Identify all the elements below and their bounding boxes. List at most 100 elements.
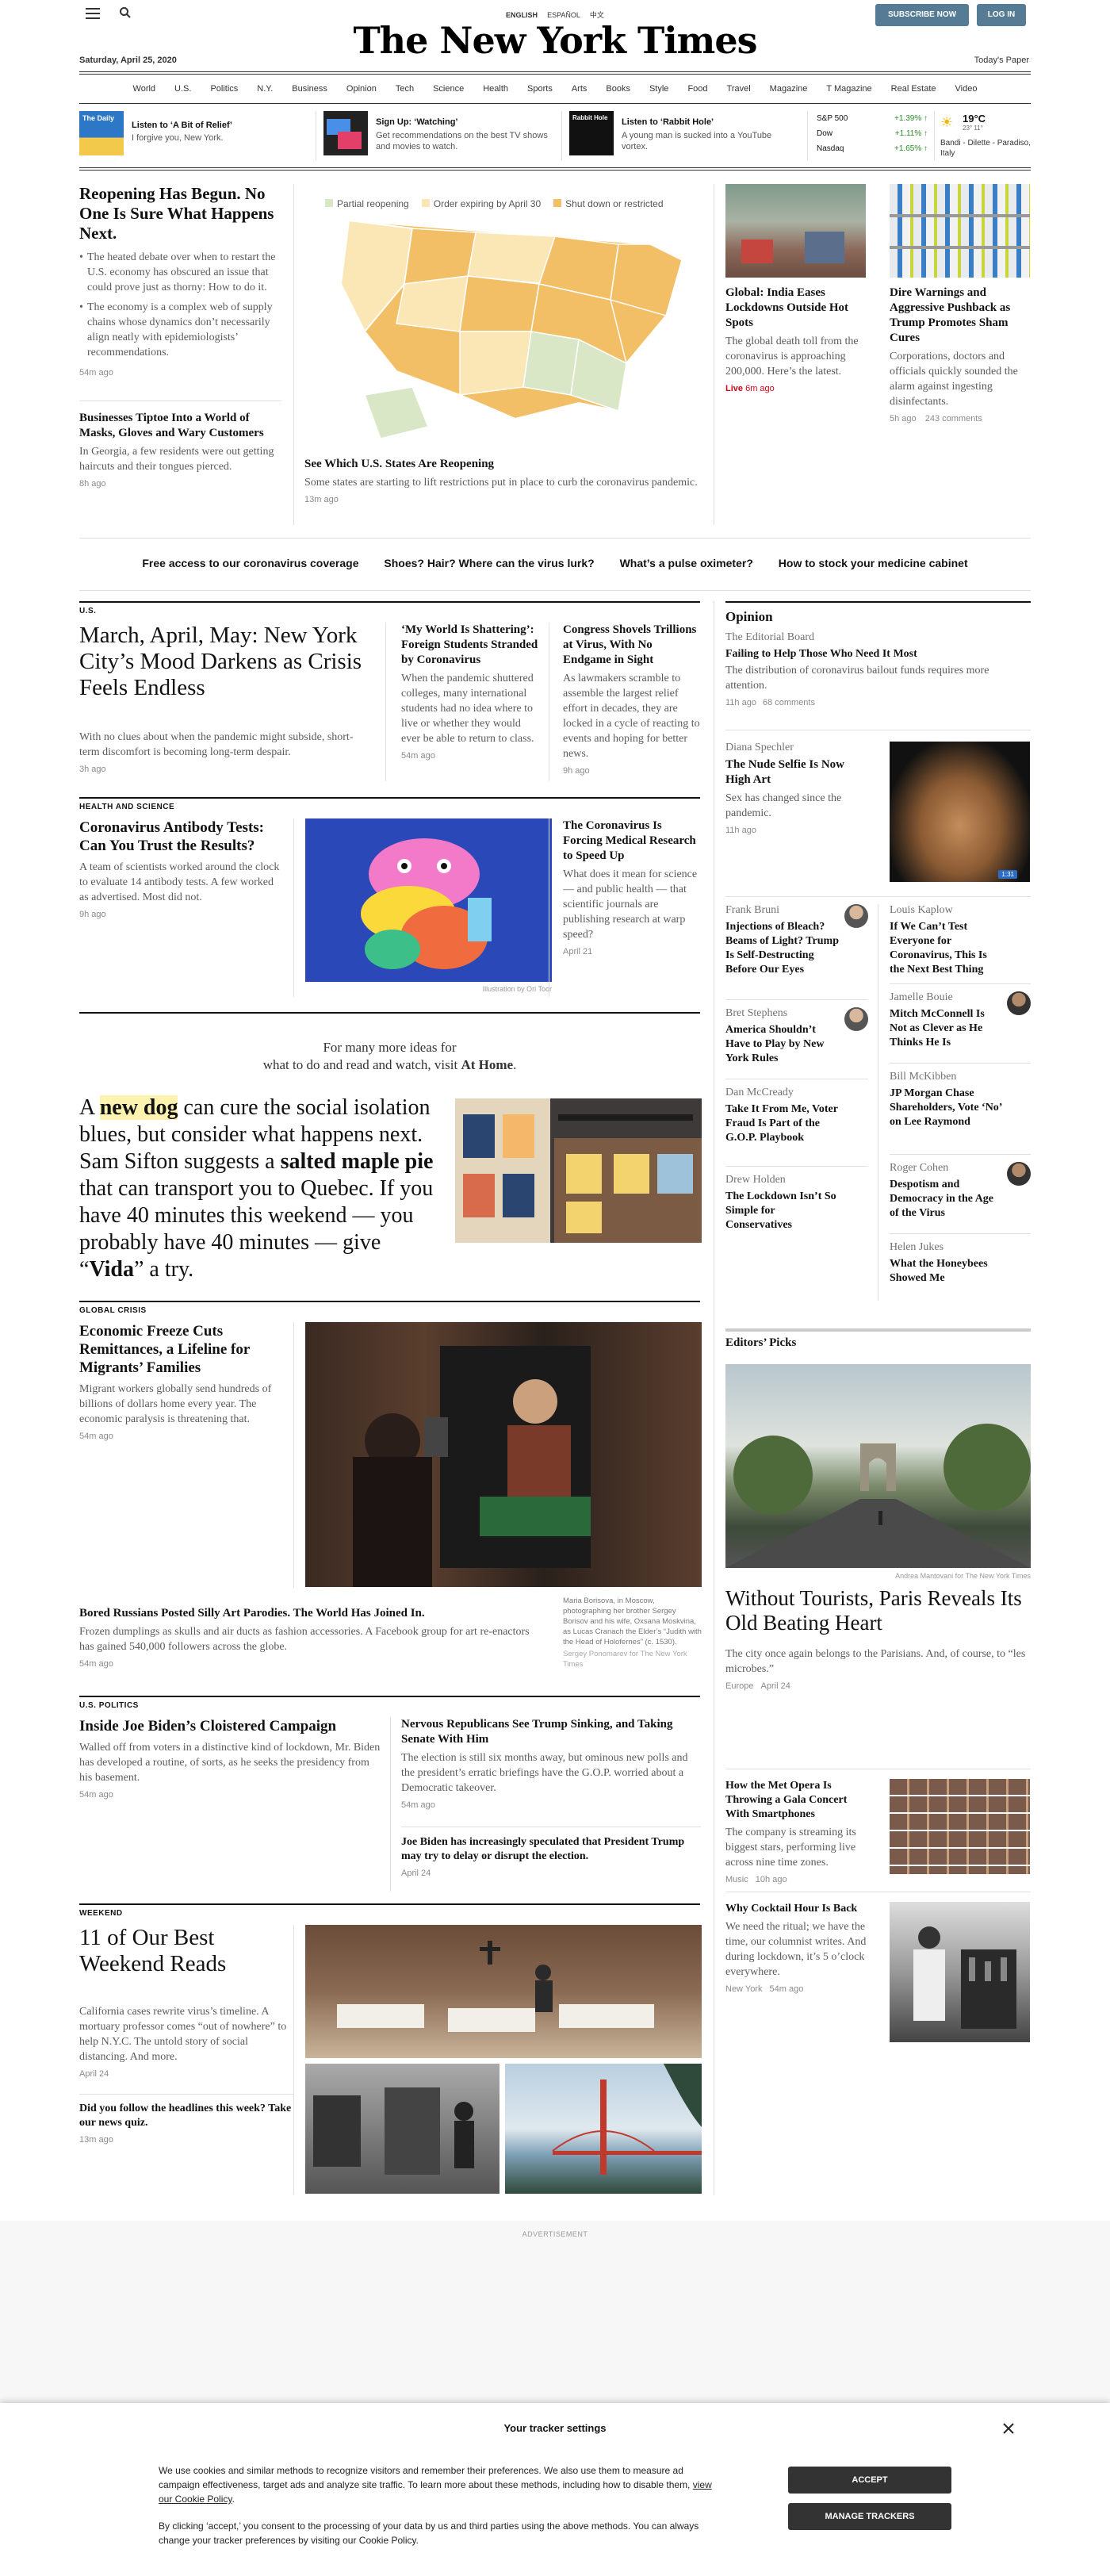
headline[interactable]: How the Met Opera Is Throwing a Gala Con… [725,1779,872,1822]
at-home-blurb[interactable]: A new dog can cure the social isolation … [79,1094,436,1283]
nav-item-real-estate[interactable]: Real Estate [891,84,936,94]
remittances-story[interactable]: Economic Freeze Cuts Remittances, a Life… [79,1322,281,1441]
promo-watching[interactable]: Sign Up: ‘Watching’ Get recommendations … [323,111,553,160]
headline[interactable]: Bored Russians Posted Silly Art Parodies… [79,1606,539,1621]
headline[interactable]: Despotism and Democracy in the Age of th… [890,1178,1031,1221]
congress-story[interactable]: Congress Shovels Trillions at Virus, Wit… [563,623,702,776]
opinion-item[interactable]: Roger Cohen Despotism and Democracy in th… [890,1162,1031,1221]
nav-item-health[interactable]: Health [483,84,508,94]
headline[interactable]: Economic Freeze Cuts Remittances, a Life… [79,1322,281,1377]
nav-item-science[interactable]: Science [433,84,464,94]
at-home-link[interactable]: At Home [461,1057,513,1072]
menu-icon[interactable] [86,8,100,19]
nav-item-tech[interactable]: Tech [396,84,414,94]
india-story[interactable]: Global: India Eases Lockdowns Outside Ho… [725,286,866,393]
login-button[interactable]: LOG IN [977,4,1026,26]
trump-story[interactable]: Dire Warnings and Aggressive Pushback as… [890,286,1030,424]
golden-gate-photo[interactable] [505,2064,702,2194]
promo-the-daily[interactable]: The Daily Listen to ‘A Bit of Relief’ I … [79,111,285,160]
headline[interactable]: Inside Joe Biden’s Cloistered Campaign [79,1717,381,1735]
section-kicker[interactable]: U.S. POLITICS [79,1701,139,1710]
vida-link[interactable]: Vida [89,1257,134,1282]
headline[interactable]: Why Cocktail Hour Is Back [725,1902,872,1916]
link-free-access[interactable]: Free access to our coronavirus coverage [142,557,358,569]
close-icon[interactable] [1002,2422,1015,2435]
headline[interactable]: Failing to Help Those Who Need It Most [725,647,1031,661]
nav-item-magazine[interactable]: Magazine [770,84,808,94]
headline[interactable]: Reopening Has Begun. No One Is Sure What… [79,184,281,243]
nav-item-books[interactable]: Books [606,84,630,94]
nav-item-food[interactable]: Food [687,84,707,94]
opera-grid-photo[interactable] [890,1779,1030,1874]
nav-item-t-magazine[interactable]: T Magazine [826,84,871,94]
opinion-item[interactable]: Jamelle Bouie Mitch McConnell Is Not as C… [890,991,1031,1050]
headline[interactable]: Mitch McConnell Is Not as Clever as He T… [890,1007,1031,1050]
students-story[interactable]: ‘My World Is Shattering’: Foreign Studen… [401,623,540,761]
headline[interactable]: Take It From Me, Voter Fraud Is Part of … [725,1102,868,1145]
nav-item-world[interactable]: World [133,84,156,94]
republicans-story[interactable]: Nervous Republicans See Trump Sinking, a… [401,1717,701,1810]
headline[interactable]: The Lockdown Isn’t So Simple for Conserv… [725,1190,868,1232]
nav-item-style[interactable]: Style [649,84,668,94]
paris-story[interactable]: Without Tourists, Paris Reveals Its Old … [725,1586,1031,1691]
spechler-story[interactable]: Diana Spechler The Nude Selfie Is Now Hi… [725,742,868,835]
headline[interactable]: 11 of Our Best Weekend Reads [79,1925,293,1977]
comments-link[interactable]: 243 comments [925,414,982,424]
lang-chinese[interactable]: 中文 [590,11,604,19]
accept-button[interactable]: ACCEPT [788,2467,951,2494]
headline[interactable]: JP Morgan Chase Shareholders, Vote ‘No’ … [890,1087,1031,1129]
nav-item-opinion[interactable]: Opinion [346,84,377,94]
opinion-item[interactable]: Drew Holden The Lockdown Isn’t So Simple … [725,1174,868,1232]
antibody-illustration[interactable] [305,818,552,982]
comments-link[interactable]: 68 comments [763,698,815,707]
new-dog-link[interactable]: new dog [99,1095,178,1120]
lead-story[interactable]: Reopening Has Begun. No One Is Sure What… [79,184,281,378]
paris-photo[interactable] [725,1364,1031,1568]
headline[interactable]: See Which U.S. States Are Reopening [304,457,705,472]
headline[interactable]: Dire Warnings and Aggressive Pushback as… [890,286,1030,346]
section-kicker[interactable]: GLOBAL CRISIS [79,1306,147,1315]
subscribe-button[interactable]: SUBSCRIBE NOW [875,4,969,26]
history-photo[interactable] [305,2064,500,2194]
headline[interactable]: Nervous Republicans See Trump Sinking, a… [401,1717,701,1747]
headline[interactable]: The Coronavirus Is Forcing Medical Resea… [563,818,702,864]
opinion-item[interactable]: Louis Kaplow If We Can’t Test Everyone fo… [890,904,1031,977]
us-lead-story[interactable]: March, April, May: New York City’s Mood … [79,623,365,774]
headline[interactable]: Without Tourists, Paris Reveals Its Old … [725,1586,1031,1635]
link-medicine-cabinet[interactable]: How to stock your medicine cabinet [779,557,968,569]
met-opera-story[interactable]: How the Met Opera Is Throwing a Gala Con… [725,1779,872,1884]
headline[interactable]: Businesses Tiptoe Into a World of Masks,… [79,411,281,441]
nav-item-sports[interactable]: Sports [527,84,553,94]
cocktail-story[interactable]: Why Cocktail Hour Is Back We need the ri… [725,1902,872,1994]
headline[interactable]: Coronavirus Antibody Tests: Can You Trus… [79,818,281,855]
headline[interactable]: If We Can’t Test Everyone for Coronaviru… [890,920,1031,977]
opinion-item[interactable]: Dan McCready Take It From Me, Voter Fraud… [725,1087,868,1145]
todays-paper-link[interactable]: Today's Paper [974,56,1029,65]
lang-espanol[interactable]: ESPAÑOL [547,11,580,19]
opinion-item[interactable]: Bret Stephens America Shouldn’t Have to P… [725,1007,868,1066]
india-photo[interactable] [725,184,866,278]
headline[interactable]: Congress Shovels Trillions at Virus, Wit… [563,623,702,668]
nude-selfie-art[interactable]: 1:31 [890,742,1030,882]
markets-widget[interactable]: S&P 500 +1.39% ↑ Dow +1.11% ↑ Nasdaq +1.65%… [817,111,928,156]
research-story[interactable]: The Coronavirus Is Forcing Medical Resea… [563,818,702,956]
link-pulse-oximeter[interactable]: What’s a pulse oximeter? [620,557,753,569]
news-quiz-story[interactable]: Did you follow the headlines this week? … [79,2102,293,2145]
headline[interactable]: Global: India Eases Lockdowns Outside Ho… [725,286,866,331]
headline[interactable]: Did you follow the headlines this week? … [79,2102,293,2130]
nav-item-arts[interactable]: Arts [572,84,588,94]
nav-item-u-s-[interactable]: U.S. [174,84,191,94]
russian-art-photo[interactable] [305,1322,702,1587]
lang-english[interactable]: ENGLISH [506,11,538,19]
headline[interactable]: March, April, May: New York City’s Mood … [79,623,365,701]
headline[interactable]: America Shouldn’t Have to Play by New Yo… [725,1023,868,1066]
nav-item-politics[interactable]: Politics [210,84,238,94]
search-icon[interactable] [119,6,132,19]
reopening-map[interactable] [317,213,690,443]
pharmacy-shelves-photo[interactable] [890,184,1030,278]
link-virus-lurk[interactable]: Shoes? Hair? Where can the virus lurk? [384,557,594,569]
nav-item-n-y-[interactable]: N.Y. [257,84,273,94]
headline[interactable]: Injections of Bleach? Beams of Light? Tr… [725,920,868,977]
map-story[interactable]: See Which U.S. States Are Reopening Some… [304,457,705,504]
election-story[interactable]: Joe Biden has increasingly speculated th… [401,1835,701,1878]
